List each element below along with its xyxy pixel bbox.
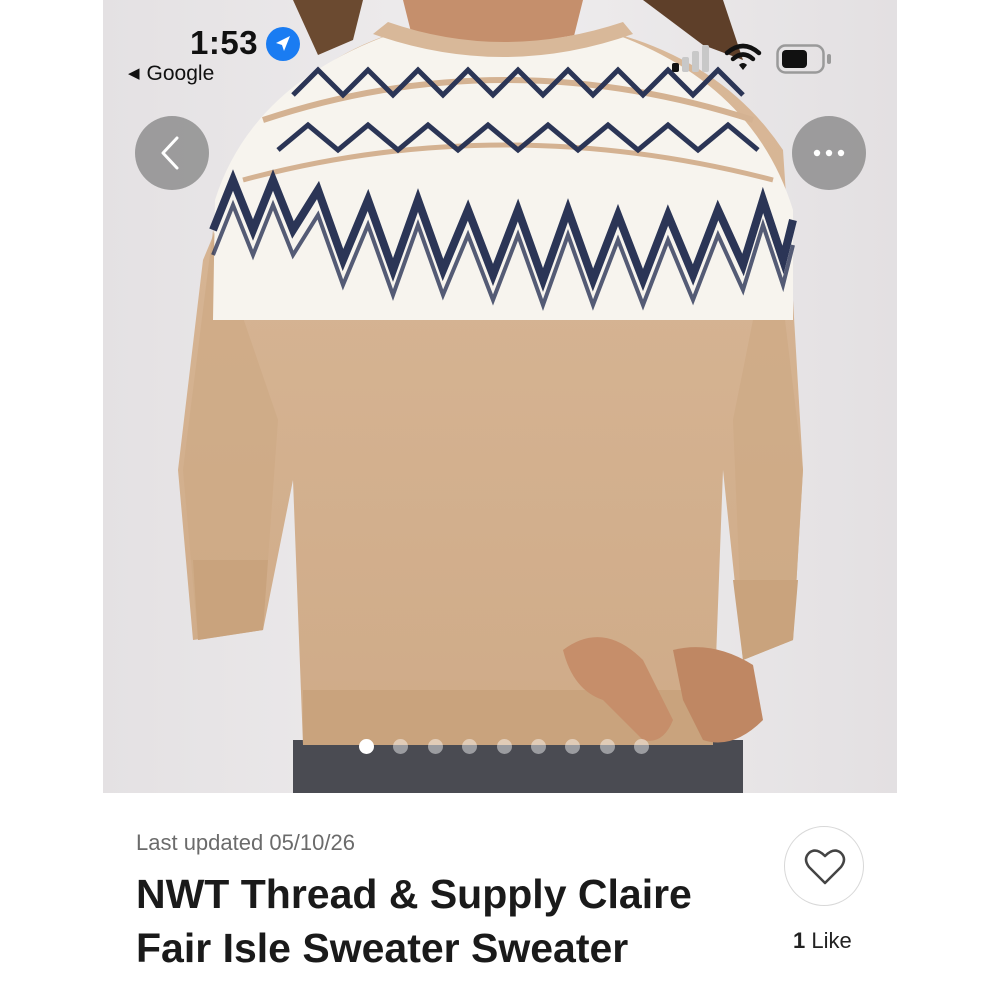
carousel-dot[interactable] bbox=[393, 738, 409, 754]
battery-icon bbox=[776, 44, 831, 74]
status-time: 1:53 bbox=[190, 24, 259, 61]
chevron-left-icon bbox=[161, 136, 179, 170]
carousel-dot[interactable] bbox=[427, 738, 443, 754]
back-app-label: Google bbox=[146, 62, 215, 85]
like-count-number: 1 bbox=[793, 928, 806, 953]
listing-title-line-2: Fair Isle Sweater Sweater bbox=[136, 925, 629, 971]
wifi-icon bbox=[724, 43, 762, 70]
cellular-signal-icon bbox=[672, 45, 709, 72]
back-triangle-icon: ◀ bbox=[128, 65, 140, 82]
more-options-button[interactable] bbox=[792, 116, 866, 190]
carousel-dot[interactable] bbox=[530, 738, 546, 754]
back-to-app-link[interactable]: ◀ Google bbox=[128, 62, 214, 86]
heart-icon bbox=[804, 849, 846, 885]
like-button[interactable] bbox=[784, 826, 864, 906]
last-updated-text: Last updated 05/10/26 bbox=[136, 830, 355, 855]
location-arrow-icon bbox=[266, 27, 300, 61]
carousel-dot[interactable] bbox=[462, 738, 478, 754]
carousel-dot[interactable] bbox=[565, 738, 581, 754]
listing-title-line-1: NWT Thread & Supply Claire bbox=[136, 871, 692, 917]
like-count: 1 Like bbox=[793, 928, 852, 954]
carousel-dot[interactable] bbox=[496, 738, 512, 754]
ellipsis-icon bbox=[813, 149, 845, 157]
carousel-dot[interactable] bbox=[634, 738, 649, 754]
back-button[interactable] bbox=[135, 116, 209, 190]
like-count-label: Like bbox=[811, 928, 852, 953]
listing-title: NWT Thread & Supply Claire Fair Isle Swe… bbox=[136, 867, 766, 975]
carousel-dot[interactable] bbox=[599, 738, 615, 754]
carousel-dot[interactable] bbox=[359, 738, 374, 754]
sweater-image bbox=[103, 0, 897, 793]
carousel-indicator[interactable] bbox=[351, 732, 657, 760]
product-photo[interactable] bbox=[103, 0, 897, 793]
